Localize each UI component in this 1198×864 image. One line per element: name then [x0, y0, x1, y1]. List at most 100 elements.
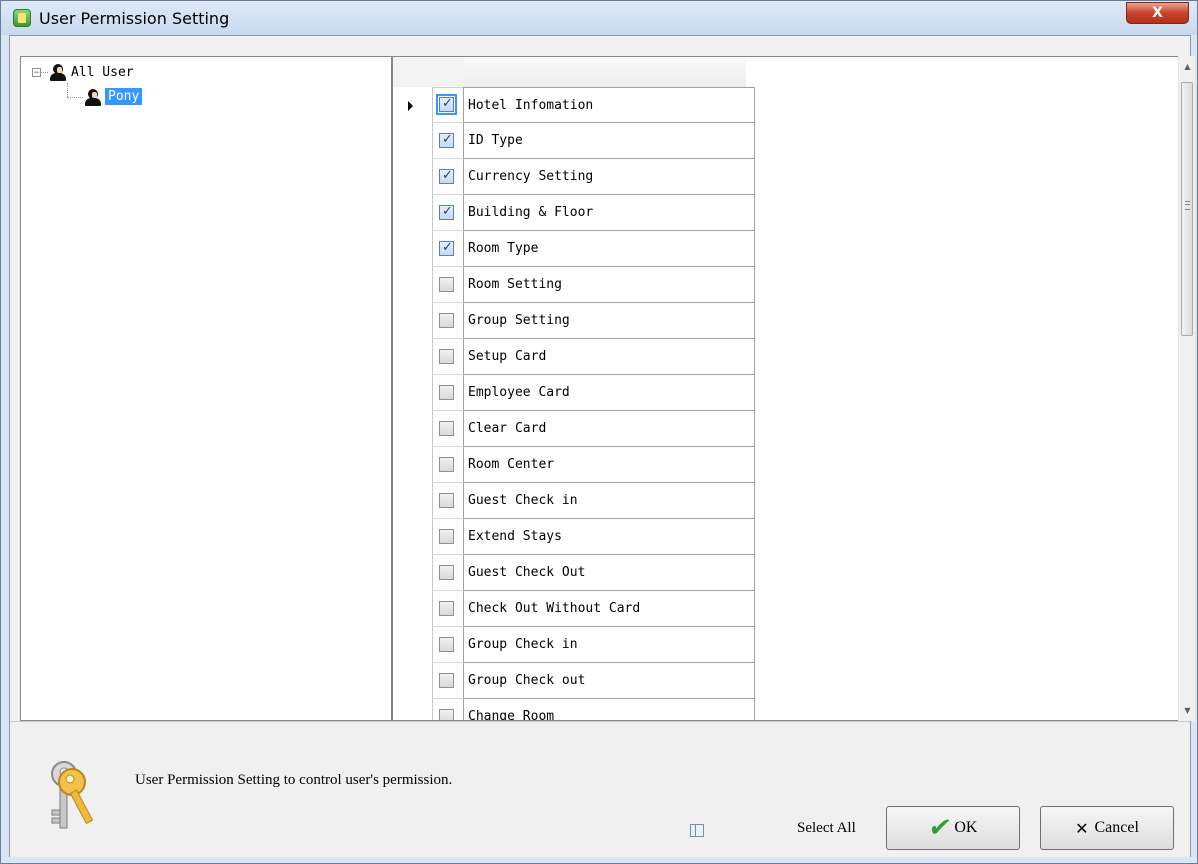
- ok-button[interactable]: ✔ OK: [886, 806, 1020, 850]
- permission-name[interactable]: Hotel Infomation: [464, 87, 755, 123]
- checkbox-cell[interactable]: [432, 87, 464, 123]
- permission-name[interactable]: Group Setting: [464, 303, 755, 339]
- permission-name[interactable]: Group Check in: [464, 627, 755, 663]
- table-row[interactable]: Setup Card: [393, 339, 755, 375]
- table-row[interactable]: Room Center: [393, 447, 755, 483]
- layout-icon[interactable]: [690, 824, 704, 837]
- permission-checkbox[interactable]: [439, 204, 454, 220]
- permission-name[interactable]: Building & Floor: [464, 195, 755, 231]
- permission-name[interactable]: Guest Check in: [464, 483, 755, 519]
- permission-name[interactable]: Guest Check Out: [464, 555, 755, 591]
- checkbox-cell[interactable]: [432, 267, 464, 303]
- row-header[interactable]: [393, 267, 433, 303]
- table-row[interactable]: Building & Floor: [393, 195, 755, 231]
- table-row[interactable]: Group Check in: [393, 627, 755, 663]
- table-row[interactable]: Room Type: [393, 231, 755, 267]
- permission-checkbox[interactable]: [436, 94, 457, 115]
- table-row[interactable]: Currency Setting: [393, 159, 755, 195]
- checkbox-cell[interactable]: [432, 483, 464, 519]
- checkbox-cell[interactable]: [432, 339, 464, 375]
- row-header[interactable]: [393, 231, 433, 267]
- permission-name[interactable]: Employee Card: [464, 375, 755, 411]
- permission-name[interactable]: Change Room: [464, 699, 755, 720]
- checkbox-cell[interactable]: [432, 375, 464, 411]
- row-header[interactable]: [393, 195, 433, 231]
- table-row[interactable]: Change Room: [393, 699, 755, 720]
- checkbox-cell[interactable]: [432, 123, 464, 159]
- permission-checkbox[interactable]: [439, 565, 454, 580]
- table-row[interactable]: ID Type: [393, 123, 755, 159]
- row-header[interactable]: [393, 159, 433, 195]
- row-header[interactable]: [393, 627, 433, 663]
- select-all-label[interactable]: Select All: [797, 820, 856, 837]
- row-header[interactable]: [393, 123, 433, 159]
- table-row[interactable]: Group Check out: [393, 663, 755, 699]
- table-row[interactable]: Group Setting: [393, 303, 755, 339]
- checkbox-cell[interactable]: [432, 411, 464, 447]
- checkbox-cell[interactable]: [432, 303, 464, 339]
- permission-name[interactable]: Setup Card: [464, 339, 755, 375]
- permission-checkbox[interactable]: [439, 457, 454, 472]
- row-header[interactable]: [393, 591, 433, 627]
- checkbox-cell[interactable]: [432, 699, 464, 720]
- tree-node-all-user[interactable]: All User: [71, 65, 134, 80]
- permission-name[interactable]: Clear Card: [464, 411, 755, 447]
- permission-checkbox[interactable]: [439, 313, 454, 328]
- permission-name[interactable]: Group Check out: [464, 663, 755, 699]
- permission-name[interactable]: Room Type: [464, 231, 755, 267]
- scroll-up-icon[interactable]: ▲: [1179, 58, 1196, 75]
- permission-grid[interactable]: Hotel InfomationID TypeCurrency SettingB…: [392, 56, 1180, 721]
- permission-name[interactable]: Currency Setting: [464, 159, 755, 195]
- row-header[interactable]: [393, 663, 433, 699]
- permission-name[interactable]: Extend Stays: [464, 519, 755, 555]
- permission-name[interactable]: ID Type: [464, 123, 755, 159]
- permission-checkbox[interactable]: [439, 168, 454, 184]
- permission-checkbox[interactable]: [439, 709, 454, 720]
- permission-checkbox[interactable]: [439, 349, 454, 364]
- cancel-button[interactable]: ✕ Cancel: [1040, 806, 1174, 850]
- scroll-thumb[interactable]: [1181, 82, 1193, 336]
- tree-node-pony[interactable]: Pony: [105, 88, 143, 105]
- checkbox-cell[interactable]: [432, 231, 464, 267]
- checkbox-cell[interactable]: [432, 555, 464, 591]
- checkbox-cell[interactable]: [432, 591, 464, 627]
- table-row[interactable]: Check Out Without Card: [393, 591, 755, 627]
- user-tree[interactable]: − All User Pony: [20, 56, 392, 721]
- permission-checkbox[interactable]: [439, 240, 454, 256]
- permission-checkbox[interactable]: [439, 601, 454, 616]
- name-column-header[interactable]: [464, 57, 746, 87]
- permission-checkbox[interactable]: [439, 277, 454, 292]
- checkbox-cell[interactable]: [432, 195, 464, 231]
- row-header[interactable]: [393, 447, 433, 483]
- permission-name[interactable]: Room Setting: [464, 267, 755, 303]
- checkbox-cell[interactable]: [432, 519, 464, 555]
- permission-checkbox[interactable]: [439, 421, 454, 436]
- table-row[interactable]: Clear Card: [393, 411, 755, 447]
- permission-checkbox[interactable]: [439, 493, 454, 508]
- checkbox-cell[interactable]: [432, 447, 464, 483]
- row-header[interactable]: [393, 483, 433, 519]
- table-row[interactable]: Extend Stays: [393, 519, 755, 555]
- tree-collapse-toggle[interactable]: −: [32, 68, 41, 77]
- table-row[interactable]: Employee Card: [393, 375, 755, 411]
- row-header[interactable]: [393, 519, 433, 555]
- permission-checkbox[interactable]: [439, 132, 454, 148]
- table-row[interactable]: Guest Check in: [393, 483, 755, 519]
- row-header[interactable]: [393, 555, 433, 591]
- title-bar[interactable]: User Permission Setting X: [1, 1, 1197, 35]
- permission-checkbox[interactable]: [439, 637, 454, 652]
- row-header[interactable]: [393, 339, 433, 375]
- close-button[interactable]: X: [1126, 2, 1189, 24]
- permission-checkbox[interactable]: [439, 385, 454, 400]
- row-header[interactable]: [393, 375, 433, 411]
- row-header[interactable]: [393, 699, 433, 720]
- table-row[interactable]: Hotel Infomation: [393, 87, 755, 123]
- row-header[interactable]: [393, 87, 433, 123]
- permission-checkbox[interactable]: [439, 673, 454, 688]
- checkbox-cell[interactable]: [432, 159, 464, 195]
- permission-name[interactable]: Room Center: [464, 447, 755, 483]
- checkbox-cell[interactable]: [432, 627, 464, 663]
- table-row[interactable]: Guest Check Out: [393, 555, 755, 591]
- row-header[interactable]: [393, 411, 433, 447]
- table-row[interactable]: Room Setting: [393, 267, 755, 303]
